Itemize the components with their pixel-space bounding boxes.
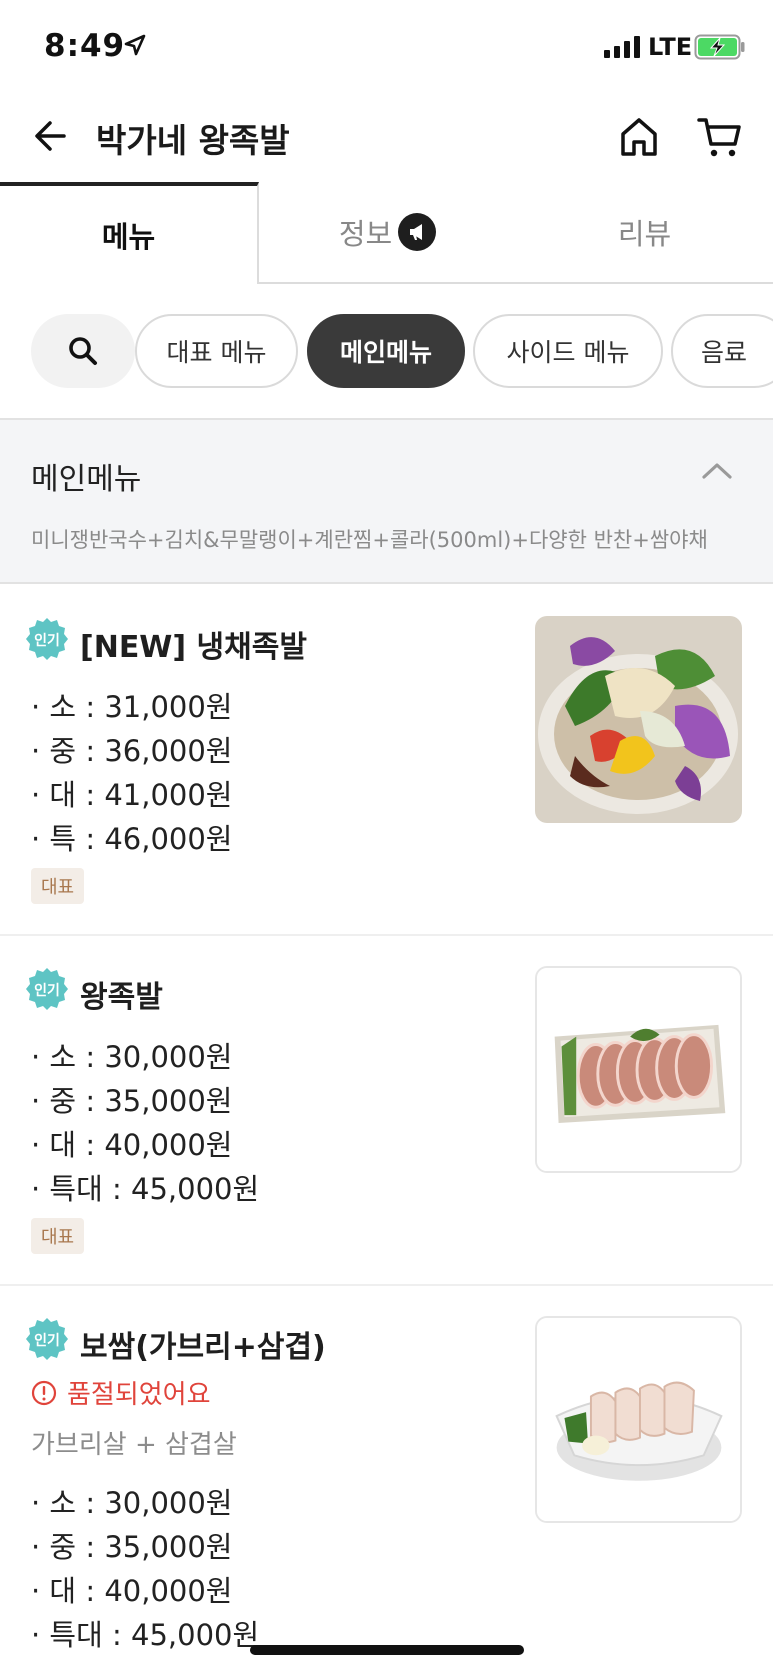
tab-menu[interactable]: 메뉴 [0, 182, 259, 284]
menu-item-price: · 특대 : 45,000원 [31, 1618, 260, 1652]
menu-item-name: [NEW] 냉채족발 [80, 630, 307, 665]
home-icon[interactable] [616, 114, 662, 160]
search-icon [69, 337, 97, 365]
chip-signature-menu[interactable]: 대표 메뉴 [135, 314, 298, 388]
tab-review-label: 리뷰 [617, 217, 672, 251]
menu-item-image[interactable] [535, 966, 742, 1173]
app-header: 박가네 왕족발 [0, 100, 773, 180]
signature-tag: 대표 [31, 868, 85, 904]
chip-side-menu[interactable]: 사이드 메뉴 [473, 314, 663, 388]
signal-icon [604, 36, 640, 58]
chip-label: 사이드 메뉴 [506, 338, 630, 367]
menu-item-image[interactable] [535, 1316, 742, 1523]
menu-item[interactable]: 인기 왕족발 · 소 : 30,000원 · 중 : 35,000원 · 대 :… [0, 936, 773, 1286]
tab-info[interactable]: 정보 [259, 182, 516, 284]
menu-item-price: · 중 : 35,000원 [31, 1530, 233, 1564]
menu-item-price: · 대 : 40,000원 [31, 1574, 233, 1608]
tab-bar: 메뉴 정보 리뷰 [0, 182, 773, 284]
section-title: 메인메뉴 [31, 462, 142, 497]
menu-item-name: 왕족발 [80, 980, 163, 1015]
menu-item-price: · 대 : 41,000원 [31, 778, 233, 812]
chevron-up-icon[interactable] [700, 460, 734, 482]
popular-badge-icon: 인기 [26, 1318, 68, 1360]
status-bar: 8:49 LTE [0, 0, 773, 96]
home-indicator [250, 1645, 524, 1655]
soldout-notice: 품절되었어요 [31, 1374, 211, 1411]
menu-item-price: · 중 : 36,000원 [31, 734, 233, 768]
popular-badge-icon: 인기 [26, 618, 68, 660]
menu-item-price: · 소 : 31,000원 [31, 690, 233, 724]
popular-badge-text: 인기 [34, 632, 60, 649]
menu-item-price: · 소 : 30,000원 [31, 1040, 233, 1074]
category-chips: 대표 메뉴 메인메뉴 사이드 메뉴 음료 [0, 314, 773, 390]
page-title: 박가네 왕족발 [96, 121, 290, 160]
soldout-text: 품절되었어요 [67, 1380, 211, 1410]
menu-item-name: 보쌈(가브리+삼겹) [80, 1330, 326, 1365]
location-arrow-icon [124, 34, 146, 56]
menu-item-price: · 소 : 30,000원 [31, 1486, 233, 1520]
menu-item-price: · 특대 : 45,000원 [31, 1172, 260, 1206]
cart-icon[interactable] [696, 114, 744, 160]
menu-item-price: · 특 : 46,000원 [31, 822, 233, 856]
menu-item-subtitle: 가브리살 + 삼겹살 [31, 1430, 237, 1460]
chip-label: 대표 메뉴 [166, 338, 267, 367]
chip-main-menu[interactable]: 메인메뉴 [307, 314, 465, 388]
chip-label: 메인메뉴 [339, 338, 432, 367]
menu-item[interactable]: 인기 [NEW] 냉채족발 · 소 : 31,000원 · 중 : 36,000… [0, 586, 773, 936]
tab-review[interactable]: 리뷰 [516, 182, 773, 284]
menu-item-price: · 대 : 40,000원 [31, 1128, 233, 1162]
tab-menu-label: 메뉴 [101, 220, 156, 254]
back-arrow-icon[interactable] [30, 114, 74, 158]
search-button[interactable] [31, 314, 135, 388]
network-label: LTE [648, 33, 693, 61]
status-time: 8:49 [44, 28, 126, 64]
menu-item[interactable]: 인기 보쌈(가브리+삼겹) 품절되었어요 가브리살 + 삼겹살 · 소 : 30… [0, 1286, 773, 1674]
signature-tag: 대표 [31, 1218, 85, 1254]
section-header[interactable]: 메인메뉴 미니쟁반국수+김치&무말랭이+계란찜+콜라(500ml)+다양한 반찬… [0, 418, 773, 584]
alert-circle-icon [31, 1380, 57, 1405]
popular-badge-text: 인기 [34, 1332, 60, 1349]
menu-item-price: · 중 : 35,000원 [31, 1084, 233, 1118]
megaphone-icon [398, 213, 437, 251]
menu-item-image[interactable] [535, 616, 742, 823]
popular-badge-icon: 인기 [26, 968, 68, 1010]
section-description: 미니쟁반국수+김치&무말랭이+계란찜+콜라(500ml)+다양한 반찬+쌈야채 [31, 528, 708, 552]
chip-label: 음료 [701, 338, 748, 367]
tab-info-label: 정보 [338, 217, 393, 251]
popular-badge-text: 인기 [34, 982, 60, 999]
chip-drinks[interactable]: 음료 [671, 314, 773, 388]
battery-charging-icon [694, 34, 745, 60]
